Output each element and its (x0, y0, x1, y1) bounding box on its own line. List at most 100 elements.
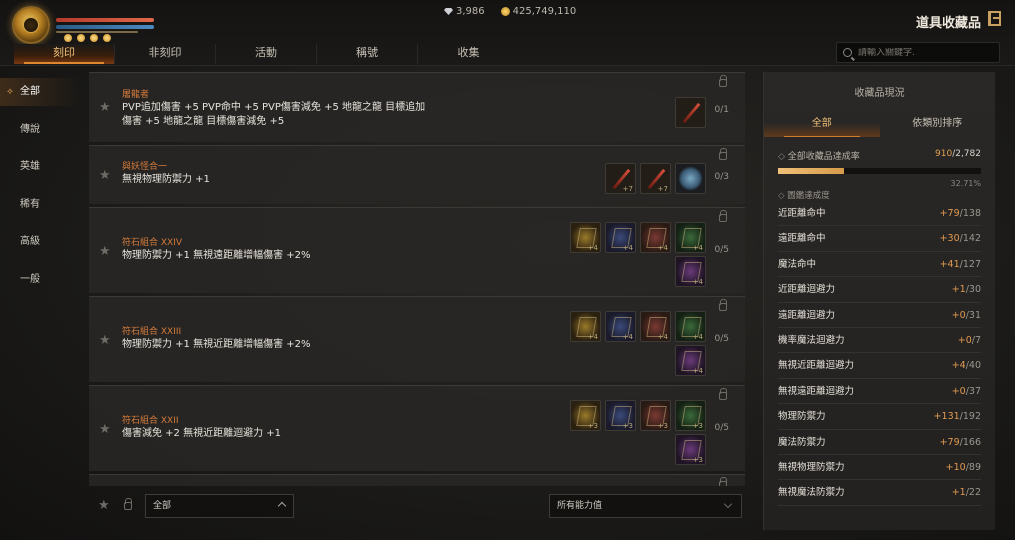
enchant-level: +4 (692, 333, 703, 341)
rune-gold-icon[interactable]: +3 (570, 400, 601, 431)
stat-increase: +41 (939, 258, 960, 270)
search-input[interactable] (858, 47, 988, 58)
collection-row[interactable] (89, 474, 745, 486)
tab-engraved[interactable]: 刻印 (14, 44, 115, 64)
tab-events[interactable]: 活動 (216, 44, 317, 64)
stat-row: 遠距離命中 +30/142 (778, 226, 981, 252)
collection-count: 0/3 (714, 172, 729, 182)
stat-row: 遠距離迴避力 +0/31 (778, 303, 981, 328)
collection-list[interactable]: ★ 屠龍者 PVP追加傷害 +5 PVP命中 +5 PVP傷害減免 +5 地龍之… (89, 72, 745, 486)
rune-gold-icon[interactable]: +4 (570, 222, 601, 253)
completion-total: /2,782 (952, 149, 981, 159)
lock-icon[interactable] (719, 388, 727, 400)
collection-effect: 傷害減免 +2 無視近距離迴避力 +1 (122, 428, 282, 439)
rune-red-icon[interactable]: +4 (640, 311, 671, 342)
lock-icon[interactable] (719, 477, 727, 486)
rune-purple-icon[interactable]: +4 (675, 345, 706, 376)
enchant-level: +3 (692, 422, 703, 430)
top-bar: 3,986 425,749,110 道具收藏品 刻印 非刻印 活動 稱號 收集 (0, 0, 1015, 66)
collection-row[interactable]: ★ 屠龍者 PVP追加傷害 +5 PVP命中 +5 PVP傷害減免 +5 地龍之… (89, 72, 745, 142)
lock-icon[interactable] (719, 210, 727, 222)
sidebar-item-common[interactable]: 一般 (0, 266, 80, 304)
sidebar-item-all[interactable]: 全部 (0, 78, 80, 106)
lock-icon[interactable] (719, 75, 727, 87)
enchant-level: +4 (622, 244, 633, 252)
stat-row: 物理防禦力 +131/192 (778, 404, 981, 430)
orb-icon[interactable] (675, 163, 706, 194)
sword-icon[interactable]: +7 (640, 163, 671, 194)
collection-status-panel: 收藏品現況 全部 依類別排序 全部收藏品達成率 910/2,782 32.71%… (763, 72, 995, 530)
rune-purple-icon[interactable]: +3 (675, 434, 706, 465)
rune-blue-icon[interactable]: +3 (605, 400, 636, 431)
sidebar-item-advanced[interactable]: 高級 (0, 228, 80, 266)
favorite-star-icon[interactable]: ★ (99, 100, 111, 115)
collection-row[interactable]: ★ 符石組合 XXIV 物理防禦力 +1 無視遠距離增幅傷害 +2% +4 +4… (89, 207, 745, 293)
stat-value: +79/166 (940, 430, 981, 455)
favorite-star-icon[interactable]: ★ (99, 168, 111, 183)
collection-count: 0/5 (714, 423, 729, 433)
completion-value: 910/2,782 (935, 149, 981, 159)
enchant-level: +3 (692, 456, 703, 464)
collection-row[interactable]: ★ 符石組合 XXIII 物理防禦力 +1 無視近距離增幅傷害 +2% +4 +… (89, 296, 745, 382)
filter-bar: ★ 全部 所有能力值 (89, 488, 745, 528)
stat-total: /142 (959, 233, 981, 245)
favorite-star-icon[interactable]: ★ (99, 333, 111, 348)
collection-effect: PVP追加傷害 +5 PVP命中 +5 PVP傷害減免 +5 地龍之龍 目標追加… (122, 101, 442, 129)
stat-filter-select[interactable]: 所有能力值 (549, 494, 742, 518)
panel-tab-all[interactable]: 全部 (764, 115, 880, 137)
completion-percent: 32.71% (950, 179, 981, 188)
panel-tab-by-category[interactable]: 依類別排序 (880, 115, 996, 137)
collection-effect: 無視物理防禦力 +1 (122, 174, 210, 185)
rune-gold-icon[interactable]: +4 (570, 311, 601, 342)
favorite-star-icon[interactable]: ★ (99, 244, 111, 259)
grade-filter-select[interactable]: 全部 (145, 494, 294, 518)
enchant-level: +4 (692, 367, 703, 375)
exit-icon[interactable] (988, 11, 1001, 26)
sidebar-item-heroic[interactable]: 英雄 (0, 153, 80, 191)
currency-display: 3,986 425,749,110 (444, 6, 576, 17)
rune-blue-icon[interactable]: +4 (605, 311, 636, 342)
stat-increase: +79 (939, 208, 960, 219)
lock-filter-icon[interactable] (124, 498, 132, 510)
rune-red-icon[interactable]: +3 (640, 400, 671, 431)
lock-icon[interactable] (719, 148, 727, 160)
stat-name: 魔法命中 (778, 258, 817, 270)
stat-name: 近距離迴避力 (778, 284, 836, 296)
character-emblem-icon[interactable] (12, 6, 50, 44)
sidebar-item-legendary[interactable]: 傳說 (0, 116, 80, 154)
search-box[interactable] (836, 42, 1000, 63)
tab-titles[interactable]: 稱號 (317, 44, 418, 64)
stat-increase: +1 (951, 487, 966, 499)
completion-summary: 全部收藏品達成率 910/2,782 (764, 149, 995, 165)
rune-green-icon[interactable]: +3 (675, 400, 706, 431)
favorite-star-icon[interactable]: ★ (99, 422, 111, 437)
collection-row[interactable]: ★ 符石組合 XXII 傷害減免 +2 無視近距離迴避力 +1 +3 +3 +3… (89, 385, 745, 471)
stat-value: +10/89 (946, 455, 981, 480)
tab-collect[interactable]: 收集 (418, 44, 519, 64)
progress-fill (778, 168, 845, 174)
lock-icon[interactable] (719, 299, 727, 311)
sidebar-item-rare[interactable]: 稀有 (0, 191, 80, 229)
stat-increase: +0 (957, 334, 972, 346)
rune-green-icon[interactable]: +4 (675, 311, 706, 342)
rune-purple-icon[interactable]: +4 (675, 256, 706, 287)
rune-green-icon[interactable]: +4 (675, 222, 706, 253)
panel-title: 收藏品現況 (854, 88, 905, 99)
sword-icon[interactable]: +7 (605, 163, 636, 194)
stat-increase: +30 (939, 233, 960, 245)
favorites-filter-star-icon[interactable]: ★ (98, 498, 110, 513)
enchant-level: +3 (657, 422, 668, 430)
stat-total: /22 (965, 487, 981, 499)
stat-list: 近距離命中 +79/138 遠距離命中 +30/142 魔法命中 +41/127 近距離迴避… (764, 201, 995, 506)
stat-increase: +131 (933, 411, 960, 423)
rune-blue-icon[interactable]: +4 (605, 222, 636, 253)
buff-indicators (64, 34, 111, 42)
codex-subtitle: 圖鑑達成度 (764, 189, 995, 201)
tab-non-engraved[interactable]: 非刻印 (115, 44, 216, 64)
stat-increase: +10 (945, 461, 966, 473)
stat-row: 無視遠距離迴避力 +0/37 (778, 379, 981, 405)
rune-red-icon[interactable]: +4 (640, 222, 671, 253)
sword-icon[interactable] (675, 97, 706, 128)
collection-row[interactable]: ★ 與妖怪合一 無視物理防禦力 +1 +7 +7 0/3 (89, 145, 745, 204)
stat-increase: +4 (951, 360, 966, 372)
